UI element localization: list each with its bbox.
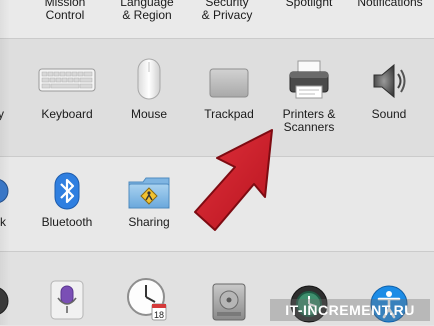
watermark-text: IT-INCREMENT.RU	[270, 299, 430, 321]
annotation-arrow	[194, 129, 273, 231]
